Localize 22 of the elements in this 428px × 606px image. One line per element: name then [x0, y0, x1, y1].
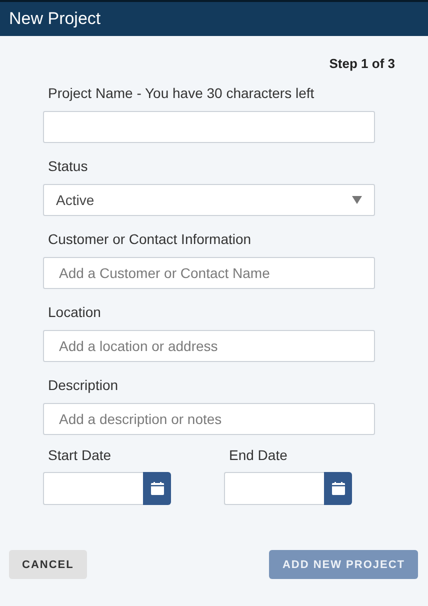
- calendar-button[interactable]: [324, 472, 352, 505]
- date-input-field[interactable]: [224, 472, 324, 505]
- date-label: End Date: [229, 447, 288, 464]
- field-label: Project Name - You have 30 characters left: [48, 85, 316, 102]
- status-dropdown[interactable]: Active: [43, 184, 375, 216]
- window-title: New Project: [9, 9, 101, 29]
- date-input-field[interactable]: [43, 472, 143, 505]
- calendar-button[interactable]: [143, 472, 171, 505]
- cancel-button[interactable]: CANCEL: [9, 550, 87, 579]
- text-input-field[interactable]: Add a Customer or Contact Name: [43, 257, 375, 289]
- date-label: Start Date: [48, 447, 112, 464]
- calendar-icon: [332, 482, 344, 495]
- text-input-field[interactable]: Add a description or notes: [43, 403, 375, 435]
- field-label: Description: [48, 377, 120, 394]
- field-label: Customer or Contact Information: [48, 231, 252, 248]
- field-label: Location: [48, 304, 102, 321]
- calendar-icon: [150, 482, 164, 495]
- text-input-field[interactable]: Add a location or address: [43, 330, 375, 362]
- dropdown-arrow-icon: [352, 196, 362, 204]
- field-label: Status: [48, 158, 89, 175]
- text-input-field[interactable]: [43, 111, 375, 143]
- step-indicator: Step 1 of 3: [328, 56, 395, 71]
